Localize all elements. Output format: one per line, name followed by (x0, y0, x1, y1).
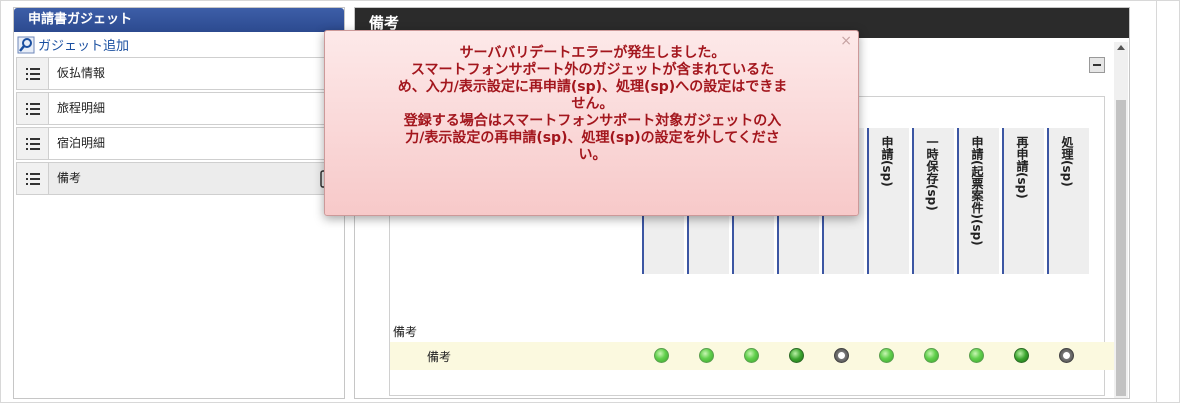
column-header: 申請(起票案件)(sp) (957, 128, 999, 274)
gadget-panel-title: 申請書ガジェット (14, 8, 344, 32)
gadget-item-label: 備考 (57, 171, 82, 185)
scroll-up-icon[interactable] (1117, 45, 1125, 50)
add-gadget-label: ガジェット追加 (38, 39, 130, 54)
error-line: 登録する場合はスマートフォンサポート対象ガジェットの入 (403, 113, 782, 129)
gadget-item-label: 旅程明細 (57, 101, 106, 115)
error-dialog: × サーババリデートエラーが発生しました。 スマートフォンサポート外のガジェット… (324, 30, 859, 216)
group-label: 備考 (393, 325, 418, 339)
column-header-label: 申請(起票案件)(sp) (970, 136, 984, 246)
gadget-panel: 申請書ガジェット ガジェット追加 仮払情報 旅程明細 宿泊明細 備考 (13, 7, 345, 399)
row-label: 備考 (427, 350, 452, 364)
drag-handle-icon[interactable] (17, 128, 49, 159)
status-toggle[interactable] (789, 348, 804, 363)
scrollbar-thumb[interactable] (1116, 100, 1126, 396)
gadget-item-label: 仮払情報 (57, 66, 106, 80)
gadget-item[interactable]: 旅程明細 (16, 92, 342, 125)
scrollbar[interactable] (1114, 42, 1128, 398)
error-line: せん。 (571, 96, 614, 112)
divider (1156, 0, 1157, 403)
error-message: サーババリデートエラーが発生しました。 スマートフォンサポート外のガジェットが含… (339, 45, 846, 164)
drag-handle-icon[interactable] (17, 163, 49, 194)
status-toggle[interactable] (744, 348, 759, 363)
status-toggle[interactable] (834, 348, 849, 363)
status-toggle[interactable] (654, 348, 669, 363)
gadget-item[interactable]: 備考 (16, 162, 342, 195)
error-line: サーババリデートエラーが発生しました。 (459, 45, 726, 61)
drag-handle-icon[interactable] (17, 58, 49, 89)
status-toggle[interactable] (924, 348, 939, 363)
error-line: め、入力/表示設定に再申請(sp)、処理(sp)への設定はできま (397, 79, 788, 95)
error-line: 力/表示設定の再申請(sp)、処理(sp)の設定を外してくださ (405, 130, 780, 146)
column-header-label: 一時保存(sp) (925, 136, 939, 211)
gadget-item[interactable]: 仮払情報 (16, 57, 342, 90)
collapse-button[interactable] (1089, 57, 1105, 73)
status-toggle[interactable] (1059, 348, 1074, 363)
column-header: 処理(sp) (1047, 128, 1089, 274)
status-toggle[interactable] (879, 348, 894, 363)
column-header-label: 再申請(sp) (1015, 136, 1029, 199)
gadget-item[interactable]: 宿泊明細 (16, 127, 342, 160)
search-icon (17, 36, 35, 53)
gadget-item-label: 宿泊明細 (57, 136, 106, 150)
error-line: スマートフォンサポート外のガジェットが含まれているた (410, 62, 775, 78)
error-line: い。 (578, 147, 607, 163)
column-header: 申請(sp) (867, 128, 909, 274)
column-header-label: 申請(sp) (880, 136, 894, 187)
add-gadget-link[interactable]: ガジェット追加 (14, 32, 344, 57)
status-toggle[interactable] (1014, 348, 1029, 363)
column-header-label: 処理(sp) (1060, 136, 1074, 187)
status-toggle[interactable] (969, 348, 984, 363)
column-header: 再申請(sp) (1002, 128, 1044, 274)
status-toggle[interactable] (699, 348, 714, 363)
group-row (390, 318, 1114, 340)
column-header: 一時保存(sp) (912, 128, 954, 274)
drag-handle-icon[interactable] (17, 93, 49, 124)
